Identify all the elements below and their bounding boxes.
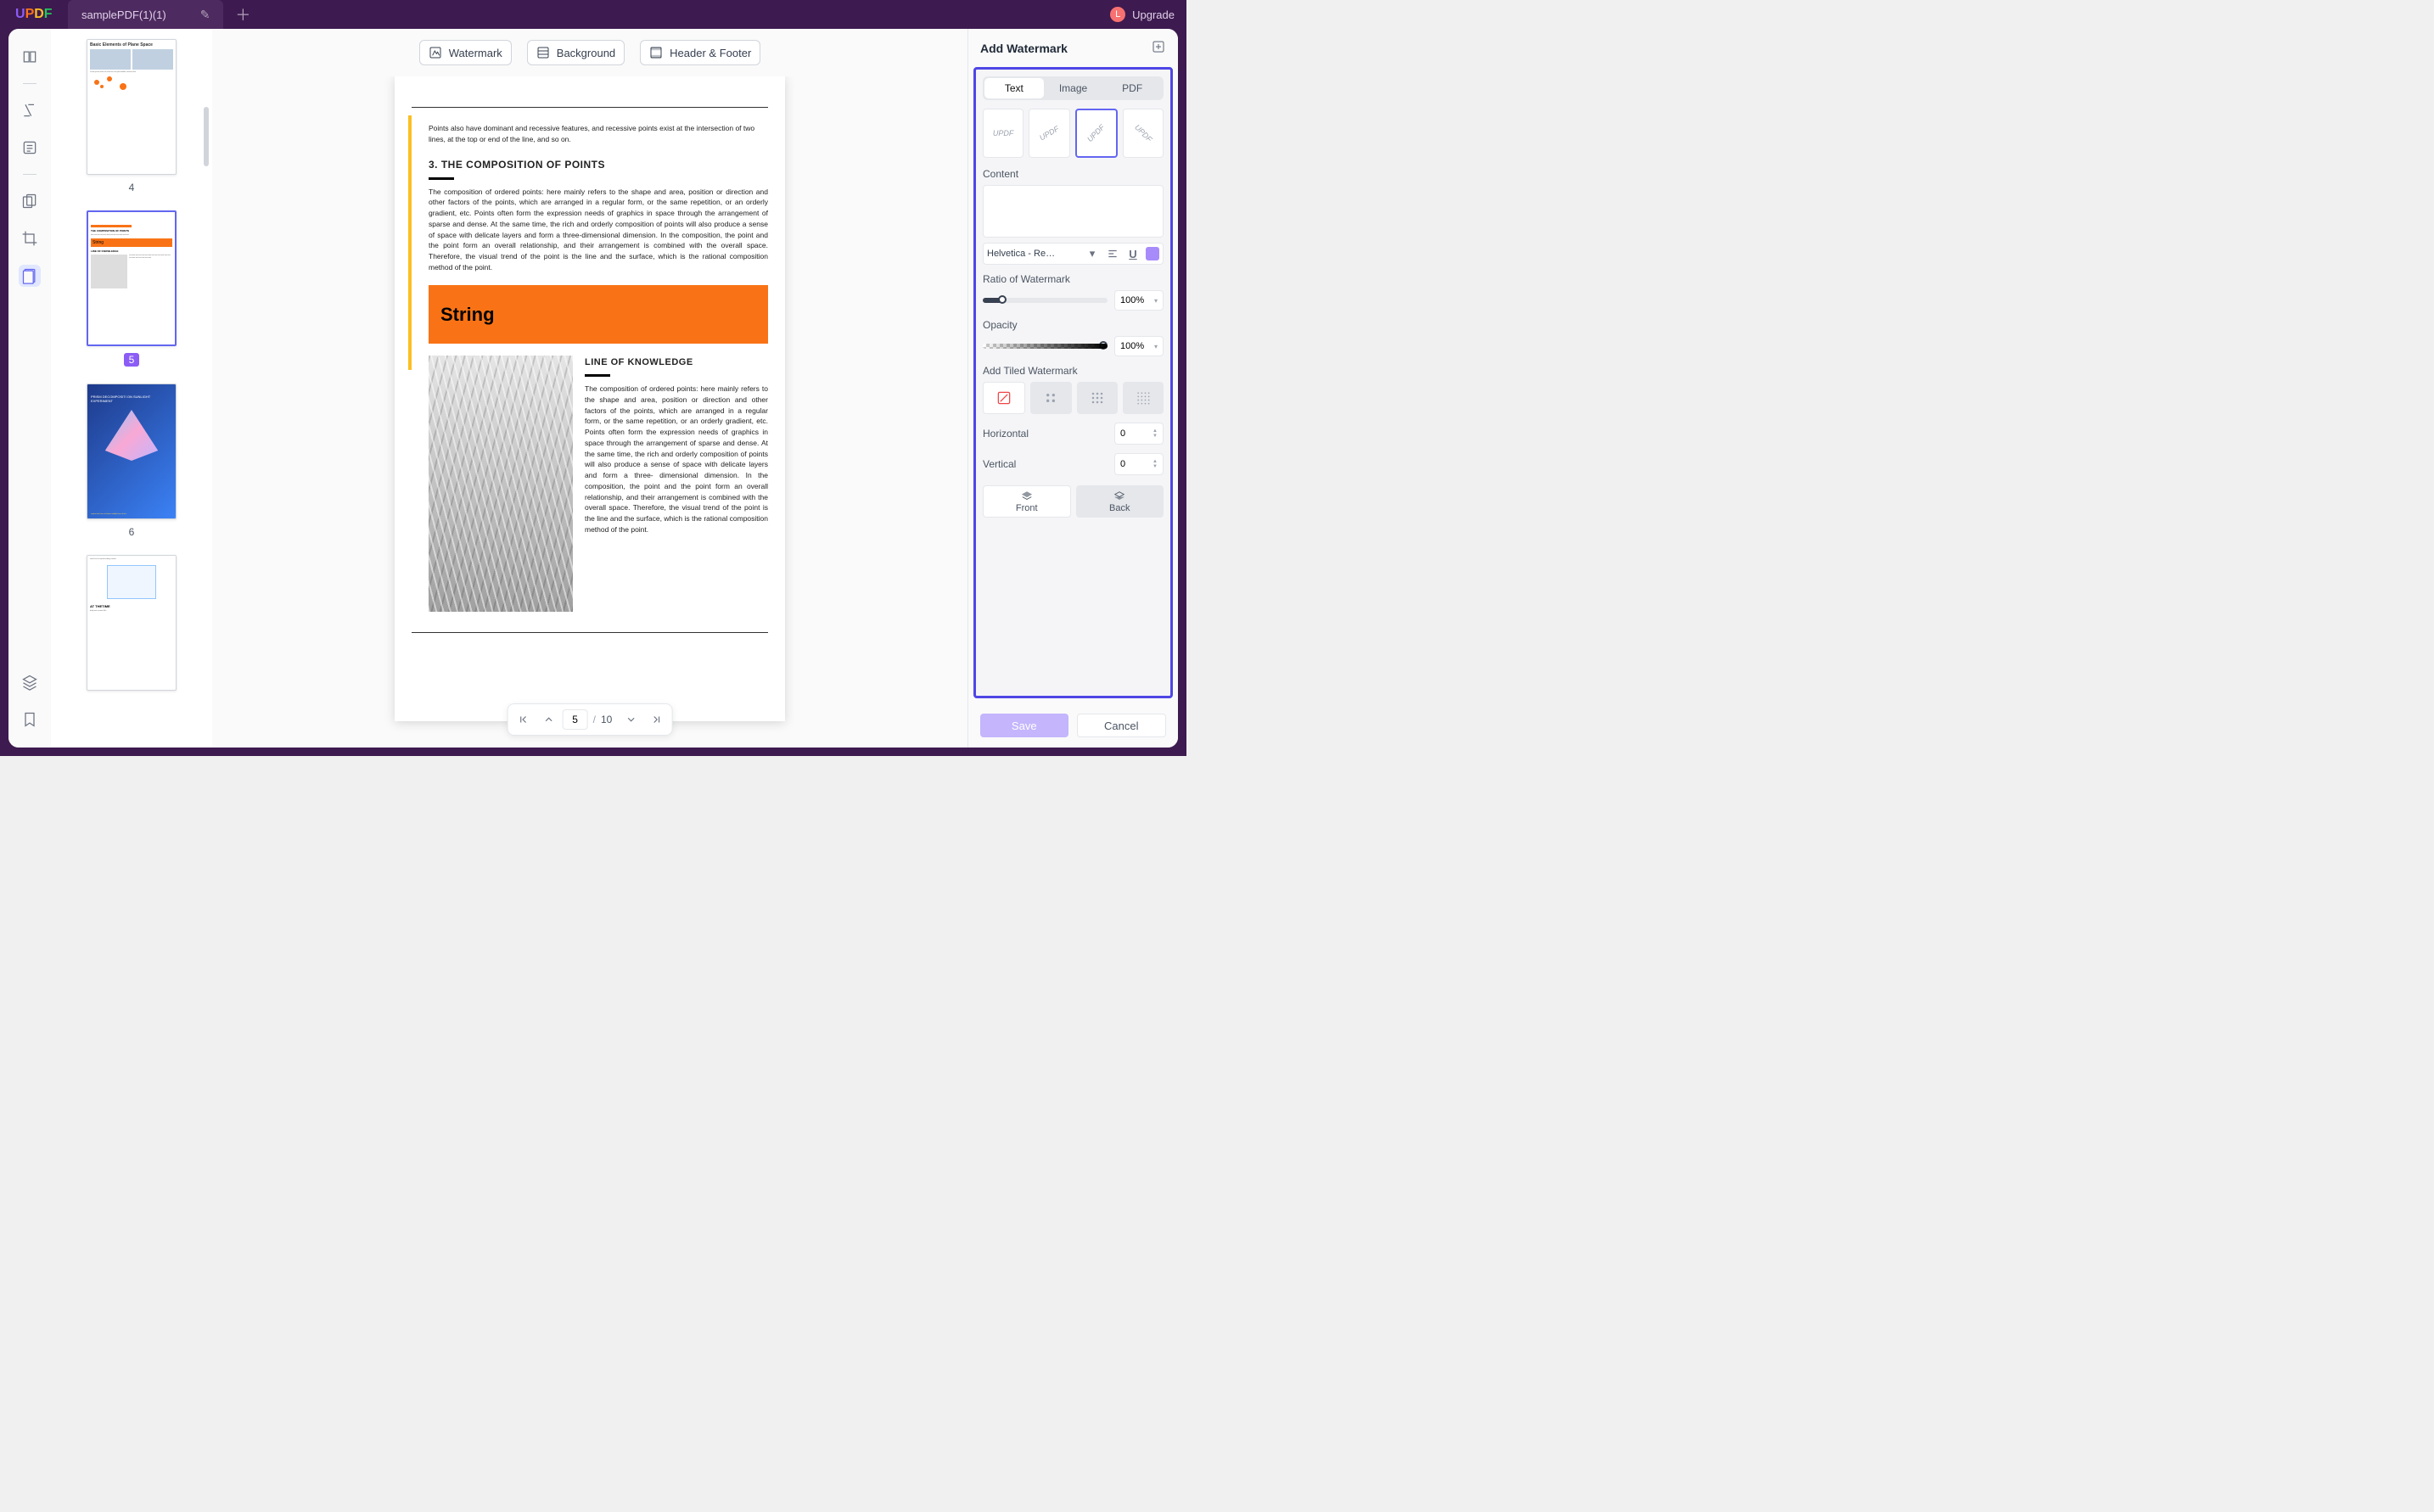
next-page-button[interactable] <box>619 708 642 731</box>
horizontal-label: Horizontal <box>983 428 1029 440</box>
crop-icon[interactable] <box>19 227 41 249</box>
page-separator: / <box>593 714 596 725</box>
opacity-label: Opacity <box>983 319 1164 331</box>
new-tab-button[interactable]: ＋ <box>235 3 250 25</box>
page-image <box>429 356 573 612</box>
rail-separator <box>23 83 36 84</box>
ratio-label: Ratio of Watermark <box>983 273 1164 285</box>
watermark-panel: Add Watermark Text Image PDF UPDF UPDF U… <box>967 29 1178 748</box>
watermark-icon <box>429 46 442 59</box>
page-heading-1: 3. THE COMPOSITION OF POINTS <box>429 157 768 172</box>
watermark-type-tabs: Text Image PDF <box>983 76 1164 100</box>
total-pages: 10 <box>601 714 612 725</box>
font-select[interactable]: Helvetica - Re… <box>987 249 1080 259</box>
thumbnail-label-5: 5 <box>124 353 140 367</box>
tab-image[interactable]: Image <box>1044 78 1103 98</box>
thumbnail-page-5[interactable]: THE COMPOSITION OF POINTS text text text… <box>87 210 177 346</box>
vertical-label: Vertical <box>983 458 1016 470</box>
tile-2x2[interactable] <box>1030 382 1071 414</box>
left-rail <box>8 29 51 748</box>
tile-3x3[interactable] <box>1077 382 1118 414</box>
font-dropdown-icon[interactable]: ▾ <box>1085 246 1100 261</box>
panel-title: Add Watermark <box>980 42 1068 55</box>
tile-label: Add Tiled Watermark <box>983 365 1164 377</box>
bookmark-icon[interactable] <box>19 708 41 731</box>
ratio-value[interactable]: 100%▾ <box>1114 290 1164 311</box>
back-icon <box>1113 490 1125 502</box>
layers-icon[interactable] <box>19 671 41 693</box>
string-box: String <box>429 285 768 344</box>
vertical-stepper[interactable]: ▲▼ <box>1153 459 1158 469</box>
watermark-tool[interactable]: Watermark <box>419 40 512 65</box>
horizontal-stepper[interactable]: ▲▼ <box>1153 428 1158 439</box>
ratio-slider[interactable] <box>983 298 1108 303</box>
top-toolbar: Watermark Background Header & Footer <box>419 29 761 76</box>
thumbnail-label-6: 6 <box>129 526 135 538</box>
tab-text[interactable]: Text <box>984 78 1044 98</box>
app-logo: UPDF <box>0 7 48 22</box>
page-body-1: The composition of ordered points: here … <box>429 187 768 273</box>
thumbnail-label-4: 4 <box>129 182 135 193</box>
align-icon[interactable] <box>1105 246 1120 261</box>
background-tool[interactable]: Background <box>527 40 625 65</box>
first-page-button[interactable] <box>512 708 536 731</box>
save-button[interactable]: Save <box>980 714 1068 737</box>
organize-icon[interactable] <box>19 190 41 212</box>
vertical-input[interactable]: 0▲▼ <box>1114 453 1164 475</box>
thumbnail-page-6[interactable]: PRISM DECOMPOSITI ON SUNLIGHT EXPERIMENT… <box>87 384 177 519</box>
page-number-input[interactable] <box>563 709 588 730</box>
page-intro-text: Points also have dominant and recessive … <box>429 123 768 145</box>
back-button[interactable]: Back <box>1076 485 1164 518</box>
upgrade-button[interactable]: Upgrade <box>1132 8 1175 21</box>
titlebar: UPDF samplePDF(1)(1) ✎ ＋ L Upgrade <box>0 0 1186 29</box>
opacity-slider[interactable] <box>983 344 1108 349</box>
color-swatch[interactable] <box>1146 247 1159 260</box>
panel-export-icon[interactable] <box>1151 39 1166 57</box>
page-accent-bar <box>408 115 412 370</box>
tab-pdf[interactable]: PDF <box>1102 78 1162 98</box>
page-body-2: The composition of ordered points: here … <box>585 384 768 535</box>
thumbnails-panel: Basic Elements of Plane Space Lorem ipsu… <box>51 29 212 748</box>
orientation-diag-up[interactable]: UPDF <box>1029 109 1069 158</box>
tab-edit-icon[interactable]: ✎ <box>200 8 210 22</box>
page-navigator: / 10 <box>508 703 673 736</box>
front-button[interactable]: Front <box>983 485 1071 518</box>
orientation-horizontal[interactable]: UPDF <box>983 109 1024 158</box>
front-icon <box>1021 490 1033 502</box>
comment-icon[interactable] <box>19 99 41 121</box>
page-heading-2: LINE OF KNOWLEDGE <box>585 356 768 370</box>
last-page-button[interactable] <box>644 708 668 731</box>
pdf-page: Points also have dominant and recessive … <box>395 76 785 721</box>
content-textarea[interactable] <box>983 185 1164 238</box>
tab-filename: samplePDF(1)(1) <box>81 8 166 21</box>
page-view: Watermark Background Header & Footer Poi… <box>212 29 967 748</box>
underline-icon[interactable]: U <box>1125 246 1141 261</box>
prev-page-button[interactable] <box>537 708 561 731</box>
reader-icon[interactable] <box>19 46 41 68</box>
rail-separator <box>23 174 36 175</box>
tile-4x4[interactable] <box>1123 382 1164 414</box>
content-label: Content <box>983 168 1164 180</box>
header-footer-tool[interactable]: Header & Footer <box>640 40 760 65</box>
header-footer-icon <box>649 46 663 59</box>
document-tab[interactable]: samplePDF(1)(1) ✎ <box>68 0 223 29</box>
horizontal-input[interactable]: 0▲▼ <box>1114 423 1164 445</box>
thumbnail-page-7[interactable]: small text at top describing content AT … <box>87 555 177 691</box>
cancel-button[interactable]: Cancel <box>1077 714 1167 737</box>
background-icon <box>536 46 550 59</box>
edit-icon[interactable] <box>19 137 41 159</box>
orientation-diag-up-2[interactable]: UPDF <box>1075 109 1118 158</box>
tile-none[interactable] <box>983 382 1025 414</box>
page-tools-icon[interactable] <box>19 265 41 287</box>
opacity-value[interactable]: 100%▾ <box>1114 336 1164 356</box>
thumbnail-page-4[interactable]: Basic Elements of Plane Space Lorem ipsu… <box>87 39 177 175</box>
orientation-diag-down[interactable]: UPDF <box>1123 109 1164 158</box>
user-avatar[interactable]: L <box>1110 7 1125 22</box>
